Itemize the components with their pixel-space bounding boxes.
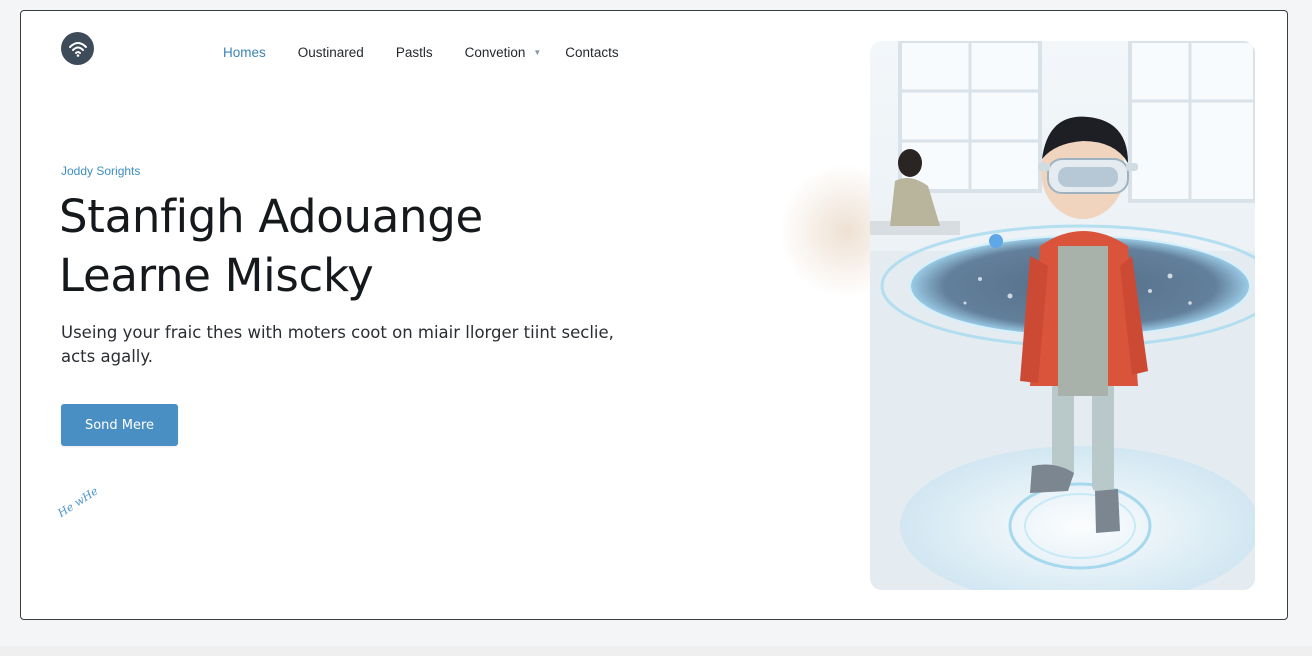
hero-image [870,41,1255,590]
page-bottom-strip [0,646,1312,656]
nav-item-convetion[interactable]: Convetion ▼ [465,45,542,60]
nav-item-label: Contacts [565,45,619,60]
logo[interactable] [61,32,94,65]
hero-eyebrow: Joddy Sorights [61,164,141,178]
nav-item-label: Homes [223,45,266,60]
nav-item-pastls[interactable]: Pastls [396,45,433,60]
nav-item-label: Oustinared [297,45,364,60]
nav-item-label: Pastls [395,45,433,60]
hero-subtext-line-2: acts agally. [61,347,154,366]
hero-subtext-line-1: Useing your fraic thes with moters coot … [61,323,614,342]
hero-headline-line-2: Learne Miscky [59,249,374,302]
hero-headline-line-1: Stanfigh Adouange [59,190,483,243]
main-nav: Homes Oustinared Pastls Convetion ▼ Conta… [223,45,651,60]
nav-item-contacts[interactable]: Contacts [565,45,618,60]
nav-item-label: Convetion [464,45,526,60]
cta-button[interactable]: Sond Mere [61,404,178,446]
wifi-icon [68,41,87,57]
vr-child-illustration [870,41,1255,590]
chevron-down-icon: ▼ [533,48,542,57]
page-frame: Homes Oustinared Pastls Convetion ▼ Conta… [20,10,1288,620]
nav-item-oustinared[interactable]: Oustinared [298,45,364,60]
nav-item-homes[interactable]: Homes [223,45,266,60]
hero-subtext: Useing your fraic thes with moters coot … [61,321,621,369]
hero-headline: Stanfigh Adouange Learne Miscky [59,187,619,305]
handwritten-note: He wHe [55,484,101,520]
